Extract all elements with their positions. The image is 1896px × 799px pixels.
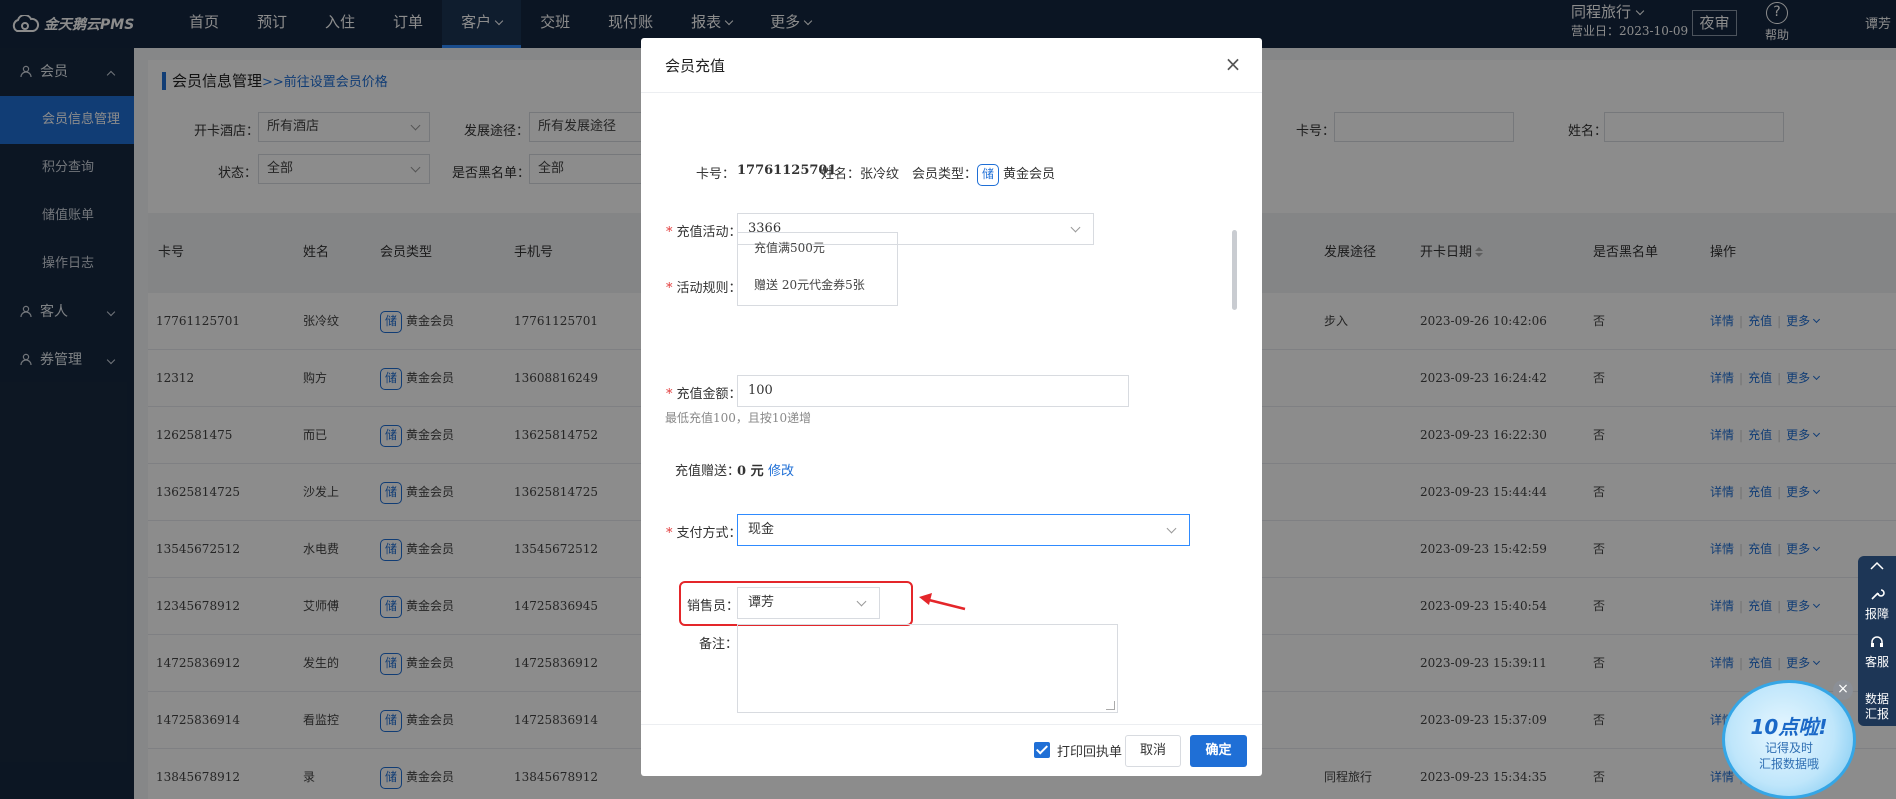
salesperson-value: 谭芳 — [748, 595, 775, 610]
member-type: 会员类型：储黄金会员 — [912, 163, 1055, 186]
rule-line-1: 充值满500元 — [754, 241, 825, 255]
payment-method-select[interactable]: 现金 — [737, 514, 1190, 546]
member-name: 姓名：张冷纹 — [821, 163, 899, 182]
scroll-top-button[interactable] — [1858, 560, 1896, 575]
modal-header: 会员充值 × — [641, 38, 1262, 93]
data-report-label-1: 数据 — [1864, 692, 1889, 706]
salesperson-select[interactable]: 谭芳 — [737, 587, 880, 619]
confirm-button[interactable]: 确定 — [1190, 735, 1247, 767]
member-name-value: 张冷纹 — [860, 167, 900, 182]
remark-label: 备注： — [699, 637, 739, 652]
modal-footer: 打印回执单 取消 确定 — [641, 724, 1262, 776]
member-type-value: 黄金会员 — [1003, 167, 1056, 182]
promo-title: 10点啦! — [1750, 715, 1828, 739]
payment-label: * 支付方式： — [666, 522, 742, 541]
stored-value-badge: 储 — [977, 163, 1000, 186]
chevron-down-icon — [856, 596, 867, 607]
edit-bonus-link[interactable]: 修改 — [768, 460, 794, 479]
activity-label-text: 充值活动： — [676, 225, 742, 240]
customer-service-button[interactable]: 客服 — [1858, 634, 1896, 670]
print-receipt-label[interactable]: 打印回执单 — [1057, 741, 1122, 760]
bonus-value: 0 元 — [737, 460, 764, 479]
recharge-amount-input[interactable]: 100 — [737, 375, 1129, 407]
red-arrow-icon — [919, 593, 966, 611]
report-issue-button[interactable]: 报障 — [1858, 586, 1896, 622]
amount-label-text: 充值金额： — [676, 387, 742, 402]
amount-label: * 充值金额： — [666, 383, 742, 402]
bonus-label: 充值赠送： — [675, 464, 741, 479]
amount-value: 100 — [748, 383, 773, 398]
chevron-down-icon — [1070, 222, 1081, 233]
data-report-label-2: 汇报 — [1864, 707, 1889, 721]
rule-label: * 活动规则： — [666, 277, 742, 296]
report-label: 报障 — [1864, 607, 1889, 621]
required-mark: * — [666, 281, 673, 296]
activity-rules-box: 充值满500元 赠送 20元代金券5张 — [737, 232, 898, 306]
remark-textarea[interactable] — [737, 624, 1118, 713]
chevron-down-icon — [1166, 523, 1177, 534]
rule-label-text: 活动规则： — [676, 281, 742, 296]
floating-service-bar: 报障 客服 数据 汇报 — [1858, 556, 1896, 726]
promo-subtitle-1: 记得及时 — [1764, 741, 1813, 755]
card-label: 卡号： — [696, 167, 736, 182]
print-receipt-checkbox[interactable] — [1034, 742, 1050, 758]
close-icon[interactable]: × — [1221, 52, 1245, 76]
member-type-label: 会员类型： — [912, 167, 978, 182]
cancel-button[interactable]: 取消 — [1125, 735, 1181, 767]
payment-value: 现金 — [748, 522, 775, 537]
salesperson-label: 销售员： — [687, 599, 740, 614]
service-label: 客服 — [1864, 655, 1889, 669]
amount-hint: 最低充值100，且按10递增 — [665, 411, 812, 425]
activity-label: * 充值活动： — [666, 221, 742, 240]
payment-label-text: 支付方式： — [676, 526, 742, 541]
data-report-button[interactable]: 数据 汇报 — [1858, 692, 1896, 722]
promo-close-icon[interactable]: × — [1833, 680, 1853, 700]
recharge-modal: 会员充值 × 卡号： 17761125701 姓名：张冷纹 会员类型：储黄金会员… — [641, 38, 1262, 776]
required-mark: * — [666, 526, 673, 541]
chevron-up-icon — [1870, 561, 1884, 570]
wrench-icon — [1871, 589, 1885, 600]
modal-title: 会员充值 — [665, 57, 726, 75]
bonus-amount: 0 元 — [737, 464, 764, 479]
rule-line-2: 赠送 20元代金券5张 — [754, 278, 865, 292]
promo-subtitle-2: 汇报数据哦 — [1758, 757, 1819, 771]
modal-scrollbar[interactable] — [1232, 230, 1237, 310]
required-mark: * — [666, 225, 673, 240]
headset-icon — [1871, 636, 1883, 647]
modal-body: 卡号： 17761125701 姓名：张冷纹 会员类型：储黄金会员 * 充值活动：… — [641, 94, 1262, 724]
required-mark: * — [666, 387, 673, 402]
member-name-label: 姓名： — [821, 167, 861, 182]
